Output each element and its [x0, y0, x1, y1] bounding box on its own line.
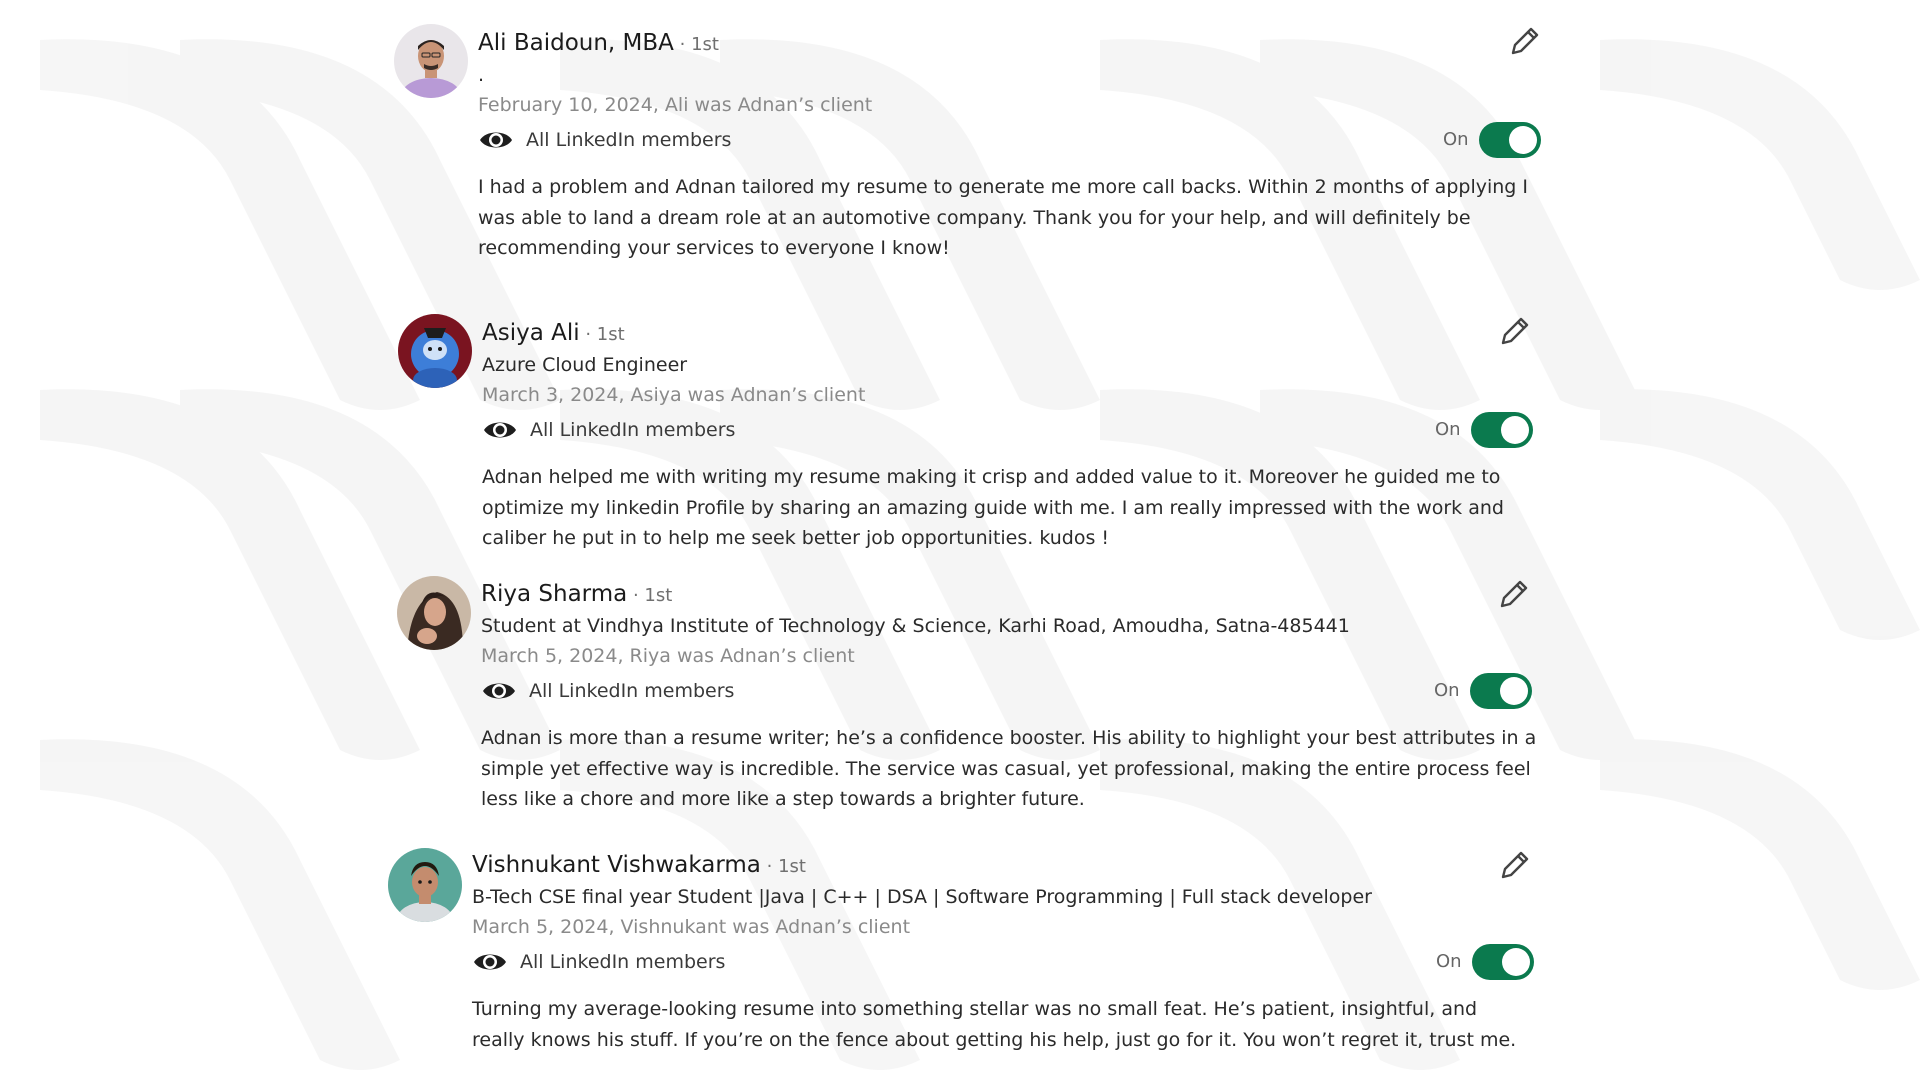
recommendation-date: February 10, 2024, Ali was Adnan’s clien…: [478, 94, 873, 116]
toggle-label: On: [1436, 951, 1462, 972]
recommendation-text: Adnan is more than a resume writer; he’s…: [481, 727, 1537, 810]
pencil-icon[interactable]: [1495, 577, 1531, 613]
toggle-label: On: [1443, 129, 1469, 150]
toggle-label: On: [1434, 680, 1460, 701]
eye-icon: [483, 683, 515, 699]
visibility-label: All LinkedIn members: [530, 419, 736, 441]
recommender-name[interactable]: Vishnukant Vishwakarma: [472, 852, 761, 878]
eye-icon: [484, 422, 516, 438]
recommender-headline: .: [478, 64, 485, 86]
visibility-row: All LinkedIn members On: [472, 942, 1534, 982]
connection-degree: · 1st: [579, 324, 625, 345]
avatar[interactable]: [397, 576, 471, 650]
toggle-knob: [1501, 416, 1529, 444]
toggle-knob: [1500, 677, 1528, 705]
eye-icon: [474, 954, 506, 970]
toggle-knob: [1502, 948, 1530, 976]
recommendation-date: March 5, 2024, Riya was Adnan’s client: [481, 645, 855, 667]
visibility-row: All LinkedIn members On: [481, 671, 1541, 711]
recommender-headline: Student at Vindhya Institute of Technolo…: [481, 615, 1350, 637]
visibility-toggle[interactable]: [1479, 122, 1541, 158]
recommendation-text: Turning my average-looking resume into s…: [472, 998, 1517, 1051]
pencil-icon[interactable]: [1496, 314, 1532, 350]
recommender-name[interactable]: Riya Sharma: [481, 581, 627, 607]
visibility-label: All LinkedIn members: [529, 680, 735, 702]
pencil-icon[interactable]: [1506, 24, 1542, 60]
avatar[interactable]: [394, 24, 468, 98]
pencil-icon[interactable]: [1496, 848, 1532, 884]
visibility-toggle[interactable]: [1472, 944, 1534, 980]
visibility-toggle[interactable]: [1471, 412, 1533, 448]
recommendation-date: March 3, 2024, Asiya was Adnan’s client: [482, 384, 866, 406]
visibility-row: All LinkedIn members On: [478, 120, 1541, 160]
avatar[interactable]: [398, 314, 472, 388]
toggle-label: On: [1435, 419, 1461, 440]
connection-degree: · 1st: [760, 856, 806, 877]
connection-degree: · 1st: [627, 585, 673, 606]
visibility-label: All LinkedIn members: [526, 129, 732, 151]
avatar[interactable]: [388, 848, 462, 922]
connection-degree: · 1st: [673, 34, 719, 55]
visibility-row: All LinkedIn members On: [482, 410, 1533, 450]
recommender-headline: B-Tech CSE final year Student |Java | C+…: [472, 886, 1372, 908]
recommender-name[interactable]: Ali Baidoun, MBA: [478, 30, 674, 56]
recommender-headline: Azure Cloud Engineer: [482, 354, 688, 376]
visibility-toggle[interactable]: [1470, 673, 1532, 709]
recommendation-date: March 5, 2024, Vishnukant was Adnan’s cl…: [472, 916, 911, 938]
toggle-knob: [1509, 126, 1537, 154]
recommender-name[interactable]: Asiya Ali: [482, 320, 580, 346]
eye-icon: [480, 132, 512, 148]
recommendation-text: I had a problem and Adnan tailored my re…: [478, 176, 1528, 259]
recommendation-text: Adnan helped me with writing my resume m…: [482, 466, 1504, 549]
visibility-label: All LinkedIn members: [520, 951, 726, 973]
